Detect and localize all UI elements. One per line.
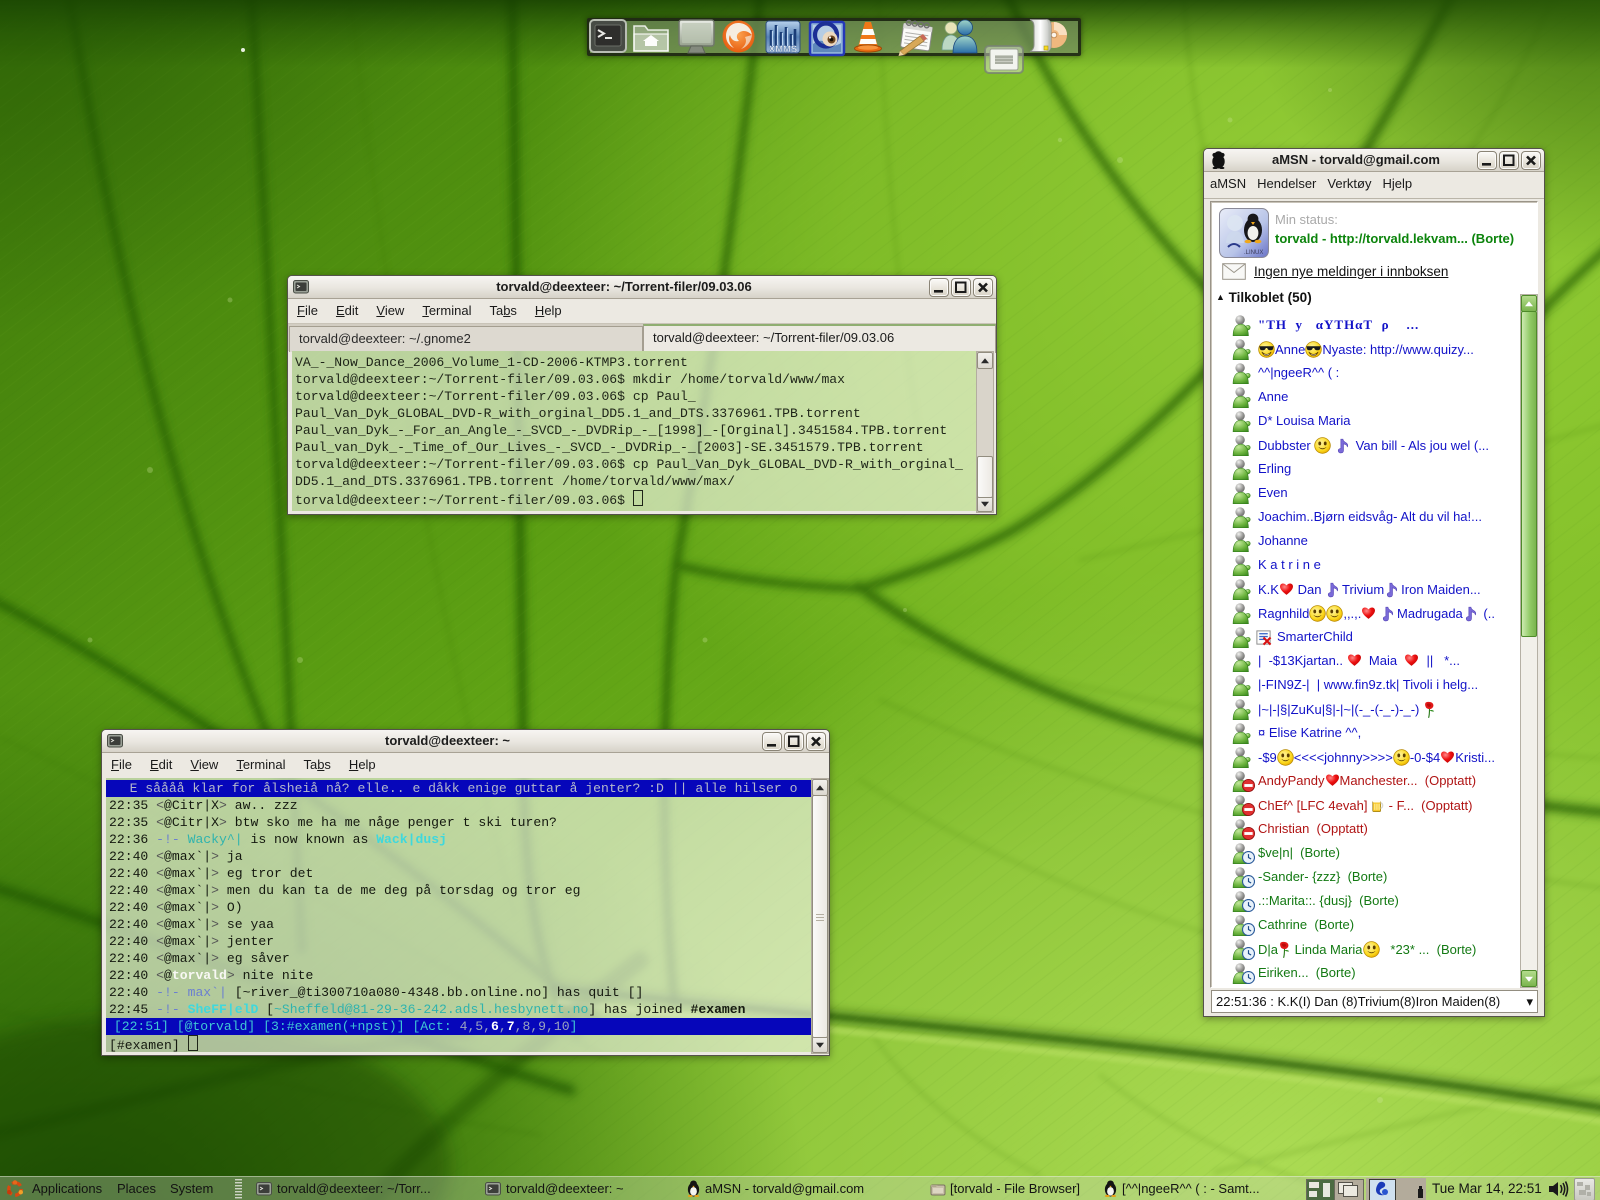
svg-text:XMMS: XMMS [769, 44, 798, 55]
svg-text:.LINUX: .LINUX [1244, 250, 1263, 256]
